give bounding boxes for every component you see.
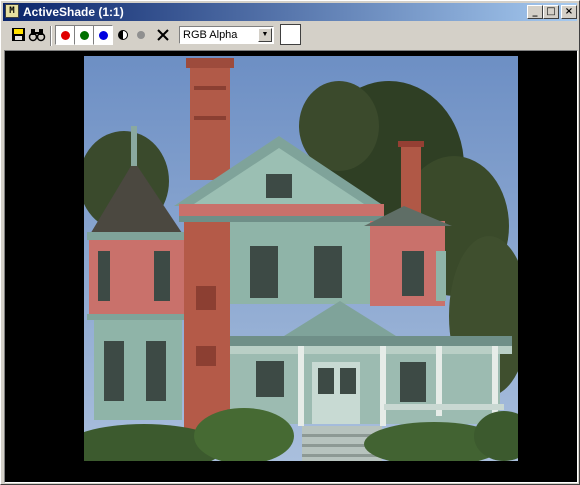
green-channel-toggle[interactable]	[74, 25, 94, 45]
toolbar-separator	[50, 26, 52, 46]
red-dot-icon	[61, 31, 70, 40]
alpha-channel-toggle[interactable]	[114, 25, 134, 45]
app-icon[interactable]: M	[5, 4, 19, 18]
clone-window-button[interactable]	[27, 25, 47, 45]
red-channel-toggle[interactable]	[55, 25, 75, 45]
monochrome-toggle[interactable]	[132, 25, 152, 45]
maximize-button[interactable]: □	[543, 5, 559, 19]
color-swatch[interactable]	[280, 24, 301, 45]
blue-dot-icon	[99, 31, 108, 40]
close-button[interactable]: ×	[561, 5, 577, 19]
blue-channel-toggle[interactable]	[93, 25, 113, 45]
floppy-icon	[12, 28, 25, 41]
chevron-down-icon[interactable]: ▼	[258, 28, 272, 42]
window-title: ActiveShade (1:1)	[23, 5, 124, 19]
clear-button[interactable]	[154, 25, 174, 45]
channel-select-value: RGB Alpha	[183, 29, 238, 41]
toolbar: RGB Alpha ▼	[3, 23, 577, 49]
green-dot-icon	[80, 31, 89, 40]
save-bitmap-button[interactable]	[9, 25, 29, 45]
binoculars-icon	[28, 29, 46, 42]
activeshade-window: M ActiveShade (1:1) _ □ × RGB Alpha ▼	[0, 0, 580, 485]
victorian-house-image	[84, 56, 518, 461]
minimize-button[interactable]: _	[527, 5, 543, 19]
close-x-icon	[157, 29, 169, 41]
channel-select[interactable]: RGB Alpha ▼	[179, 26, 274, 44]
rendered-image	[84, 56, 518, 461]
gray-dot-icon	[137, 31, 145, 39]
half-circle-icon	[118, 30, 128, 40]
title-bar[interactable]: M ActiveShade (1:1) _ □ ×	[3, 3, 577, 21]
render-viewport	[4, 50, 578, 483]
